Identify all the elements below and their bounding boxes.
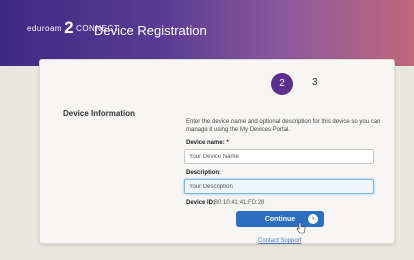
hand-cursor-icon [296, 222, 306, 234]
contact-support-link[interactable]: Contact Support [258, 238, 301, 244]
arrow-right-icon: › [308, 214, 318, 224]
logo-text-left: eduroam [27, 23, 63, 33]
logo-number: 2 [64, 18, 75, 37]
step-2-active: 2 [271, 73, 293, 95]
continue-label: Continue [264, 215, 296, 223]
intro-text: Enter the device name and optional descr… [186, 119, 381, 133]
device-name-label: Device name: * [186, 140, 229, 146]
device-id-label: Device ID: [186, 200, 216, 206]
step-3: 3 [312, 77, 318, 88]
device-name-input[interactable] [184, 149, 374, 164]
description-label: Description: [186, 170, 222, 176]
step-indicator: 2 3 [0, 71, 414, 97]
description-input[interactable] [184, 179, 374, 194]
header-bar: eduroam 2 CONNECT Device Registration [0, 0, 414, 66]
continue-button[interactable]: Continue › [236, 211, 324, 227]
page-title: Device Registration [94, 23, 207, 38]
device-id-value: B0:10:41:41:FD:28 [214, 200, 265, 206]
section-title: Device Information [63, 109, 136, 118]
